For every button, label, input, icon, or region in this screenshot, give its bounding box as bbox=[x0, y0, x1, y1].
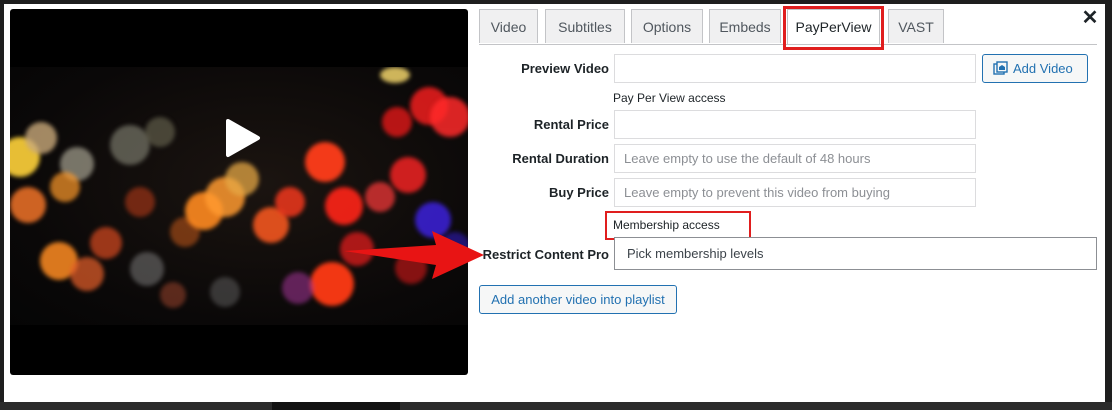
video-settings-modal: Video Subtitles Options Embeds PayPerVie… bbox=[4, 4, 1105, 402]
bokeh-light bbox=[430, 97, 468, 137]
bokeh-light bbox=[110, 125, 150, 165]
tab-video[interactable]: Video bbox=[479, 9, 538, 43]
bokeh-light bbox=[160, 282, 186, 308]
bokeh-light bbox=[50, 172, 80, 202]
bokeh-light bbox=[380, 67, 410, 83]
rental-duration-field[interactable]: Leave empty to use the default of 48 hou… bbox=[614, 144, 976, 173]
membership-levels-select[interactable]: Pick membership levels bbox=[614, 237, 1097, 270]
tab-vast[interactable]: VAST bbox=[888, 9, 944, 43]
background-strip bbox=[0, 402, 1112, 410]
tab-subtitles[interactable]: Subtitles bbox=[545, 9, 625, 43]
rental-duration-label: Rental Duration bbox=[512, 151, 609, 166]
video-frame bbox=[10, 67, 468, 325]
buy-price-label: Buy Price bbox=[549, 185, 609, 200]
bokeh-light bbox=[130, 252, 164, 286]
membership-section-title: Membership access bbox=[613, 218, 720, 232]
background-block bbox=[272, 402, 400, 410]
bokeh-light bbox=[25, 122, 57, 154]
bokeh-light bbox=[382, 107, 412, 137]
arrow-annotation-icon bbox=[344, 231, 484, 279]
bokeh-light bbox=[305, 142, 345, 182]
add-media-icon bbox=[993, 61, 1008, 75]
video-preview[interactable] bbox=[10, 9, 468, 375]
restrict-content-pro-label: Restrict Content Pro bbox=[482, 247, 609, 262]
tab-highlight-annotation bbox=[783, 6, 884, 50]
bokeh-light bbox=[10, 187, 46, 223]
bokeh-light bbox=[365, 182, 395, 212]
bokeh-light bbox=[225, 162, 259, 196]
bokeh-light bbox=[325, 187, 363, 225]
preview-video-label: Preview Video bbox=[521, 61, 609, 76]
tab-options[interactable]: Options bbox=[631, 9, 703, 43]
buy-price-field[interactable]: Leave empty to prevent this video from b… bbox=[614, 178, 976, 207]
add-video-button[interactable]: Add Video bbox=[982, 54, 1088, 83]
bokeh-light bbox=[282, 272, 314, 304]
add-playlist-button[interactable]: Add another video into playlist bbox=[479, 285, 677, 314]
bokeh-light bbox=[145, 117, 175, 147]
tab-embeds[interactable]: Embeds bbox=[709, 9, 781, 43]
bokeh-light bbox=[275, 187, 305, 217]
bokeh-light bbox=[210, 277, 240, 307]
play-icon[interactable] bbox=[222, 118, 262, 158]
preview-video-field[interactable] bbox=[614, 54, 976, 83]
rental-price-label: Rental Price bbox=[533, 117, 609, 132]
bokeh-light bbox=[70, 257, 104, 291]
ppv-section-title: Pay Per View access bbox=[613, 91, 726, 105]
close-icon[interactable]: ✕ bbox=[1080, 8, 1100, 28]
add-video-label: Add Video bbox=[1013, 61, 1073, 76]
bokeh-light bbox=[390, 157, 426, 193]
bokeh-light bbox=[90, 227, 122, 259]
bokeh-light bbox=[125, 187, 155, 217]
rental-price-field[interactable] bbox=[614, 110, 976, 139]
